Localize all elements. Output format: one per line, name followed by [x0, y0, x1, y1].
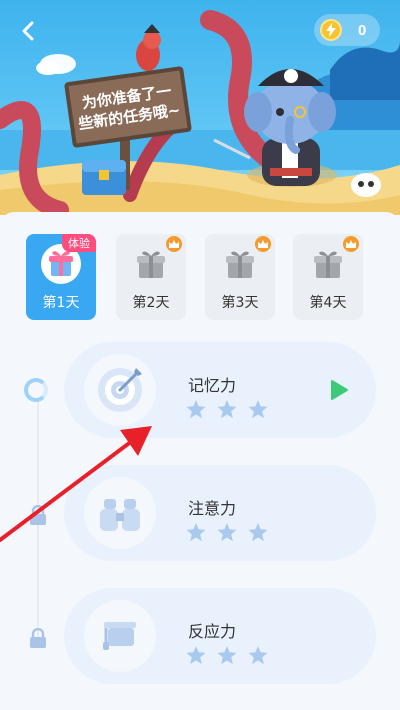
header-banner: 为你准备了一 些新的任务哦~ 0	[0, 0, 400, 215]
task-card-reaction[interactable]: 反应力	[64, 588, 376, 684]
day-tab-label: 第2天	[132, 295, 170, 311]
gift-icon	[137, 251, 165, 278]
task-title: 反应力	[188, 622, 237, 641]
lightning-coin-icon	[320, 19, 342, 41]
coin-count: 0	[358, 21, 367, 39]
binoculars-icon	[84, 477, 156, 549]
star-icon	[248, 646, 268, 665]
day-tab-1[interactable]: 第1天 体验	[26, 234, 96, 320]
graduation-cap-icon	[84, 600, 156, 672]
task-title: 记忆力	[188, 376, 237, 395]
day-tab-4[interactable]: 第4天	[293, 234, 363, 320]
progress-ring-icon	[24, 378, 48, 402]
play-icon[interactable]	[328, 379, 350, 401]
star-rating	[186, 400, 268, 419]
day-tab-3[interactable]: 第3天	[205, 234, 275, 320]
star-icon	[186, 523, 206, 542]
star-icon	[248, 523, 268, 542]
star-rating	[186, 523, 268, 542]
task-title: 注意力	[188, 499, 237, 518]
crown-icon	[343, 236, 359, 252]
star-icon	[186, 400, 206, 419]
star-icon	[186, 646, 206, 665]
day-tab-label: 第1天	[42, 295, 80, 311]
star-icon	[217, 400, 237, 419]
coin-balance[interactable]: 0	[314, 14, 380, 46]
star-icon	[248, 400, 268, 419]
star-rating	[186, 646, 268, 665]
gift-icon	[314, 251, 342, 278]
task-card-memory[interactable]: 记忆力	[64, 342, 376, 438]
back-button[interactable]	[14, 16, 44, 46]
task-card-attention[interactable]: 注意力	[64, 465, 376, 561]
star-icon	[217, 523, 237, 542]
gift-icon	[226, 251, 254, 278]
day-selector: 第1天 体验 第2天 第3天 第4天	[26, 234, 386, 320]
target-icon	[84, 354, 156, 426]
star-icon	[217, 646, 237, 665]
day-tab-label: 第4天	[309, 295, 347, 311]
chevron-left-icon	[22, 21, 34, 41]
lock-icon	[30, 505, 46, 525]
crown-icon	[255, 236, 271, 252]
trial-badge: 体验	[62, 234, 96, 252]
day-tab-2[interactable]: 第2天	[116, 234, 186, 320]
day-tab-label: 第3天	[221, 295, 259, 311]
lock-icon	[30, 628, 46, 648]
crown-icon	[166, 236, 182, 252]
